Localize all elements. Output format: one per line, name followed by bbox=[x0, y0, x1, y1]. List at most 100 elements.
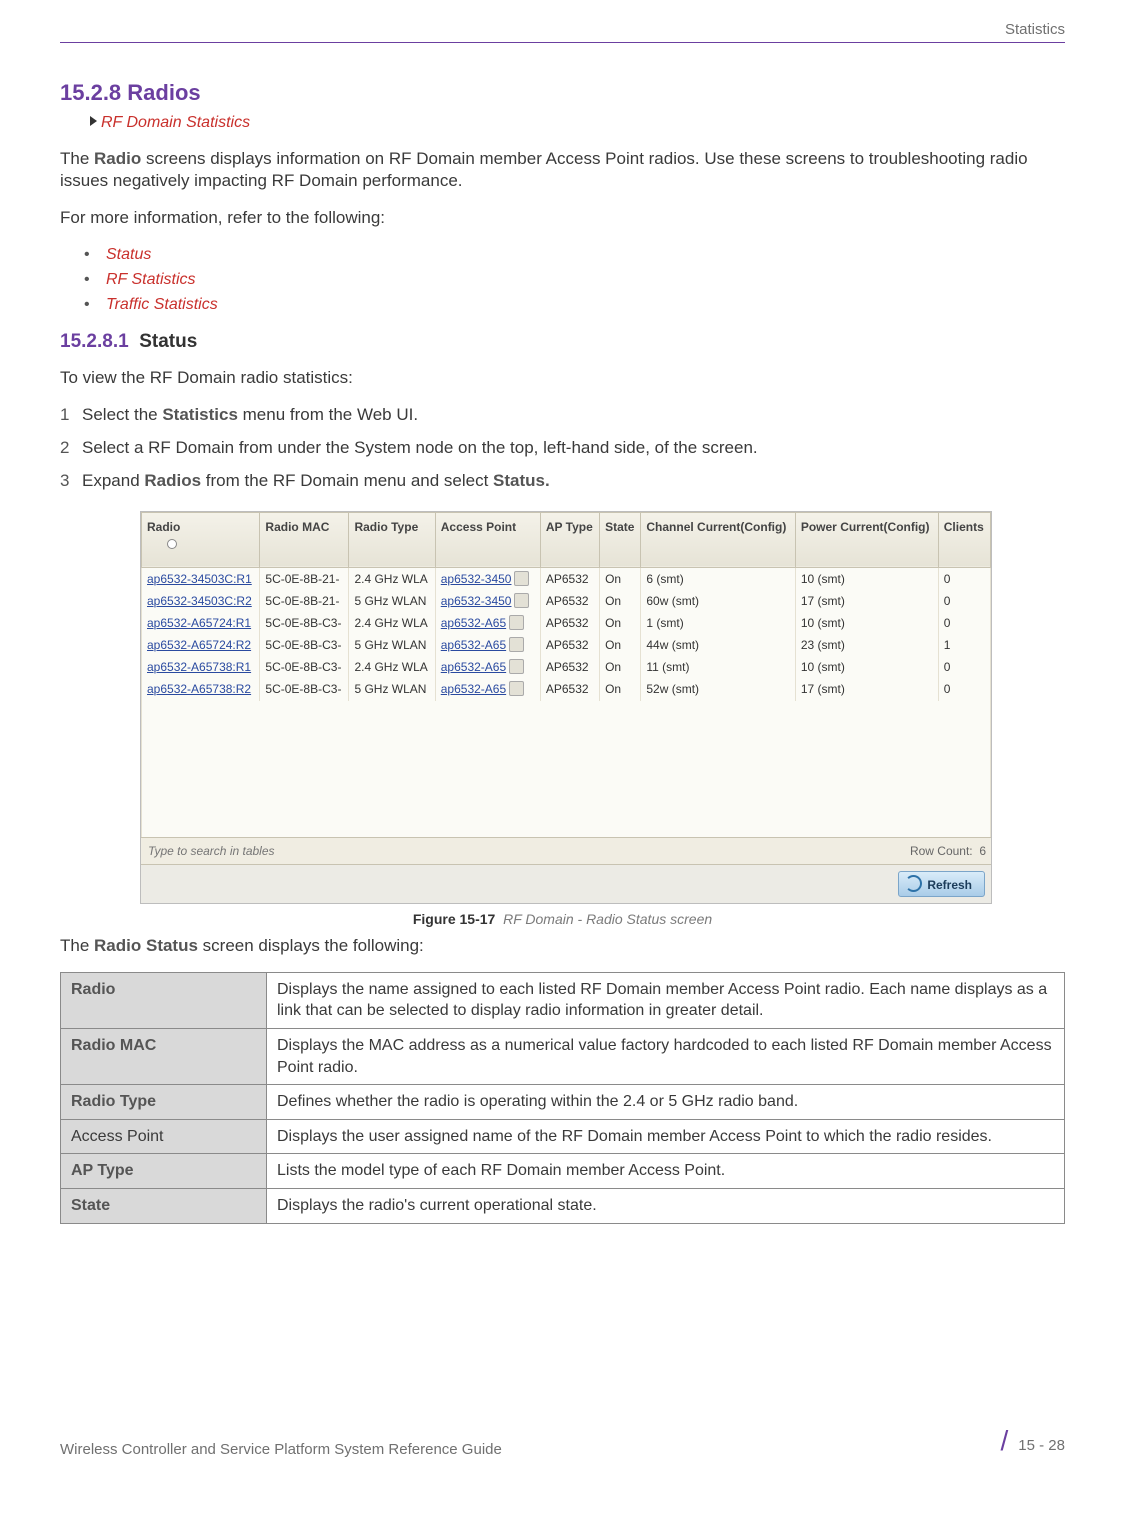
text-bold: Status. bbox=[493, 471, 550, 490]
cell-clients: 1 bbox=[938, 634, 990, 656]
cell-clients: 0 bbox=[938, 678, 990, 700]
intro-paragraph: The Radio screens displays information o… bbox=[60, 148, 1065, 194]
cell-ap: ap6532-A65 bbox=[435, 612, 540, 634]
col-power[interactable]: Power Current(Config) bbox=[795, 512, 938, 567]
col-state[interactable]: State bbox=[600, 512, 641, 567]
radio-link[interactable]: ap6532-A65724:R1 bbox=[142, 612, 260, 634]
link-traffic-statistics[interactable]: Traffic Statistics bbox=[84, 294, 1065, 316]
ap-link[interactable]: ap6532-A65 bbox=[441, 616, 506, 630]
radio-link[interactable]: ap6532-34503C:R1 bbox=[142, 567, 260, 590]
refresh-button[interactable]: Refresh bbox=[898, 871, 985, 897]
radio-link[interactable]: ap6532-34503C:R2 bbox=[142, 590, 260, 612]
text-bold: Radio Status bbox=[94, 936, 198, 955]
desc-value: Displays the user assigned name of the R… bbox=[267, 1119, 1065, 1154]
cell-state: On bbox=[600, 590, 641, 612]
text: screens displays information on RF Domai… bbox=[60, 149, 1028, 191]
desc-key: Access Point bbox=[61, 1119, 267, 1154]
cell-clients: 0 bbox=[938, 567, 990, 590]
radio-link[interactable]: ap6532-A65724:R2 bbox=[142, 634, 260, 656]
step-list: 1Select the Statistics menu from the Web… bbox=[60, 404, 1065, 493]
cell-power: 17 (smt) bbox=[795, 590, 938, 612]
desc-value: Displays the radio's current operational… bbox=[267, 1189, 1065, 1224]
cell-aptype: AP6532 bbox=[540, 567, 599, 590]
col-radio-mac[interactable]: Radio MAC bbox=[260, 512, 349, 567]
text: screen displays the following: bbox=[198, 936, 424, 955]
radio-link[interactable]: ap6532-A65738:R1 bbox=[142, 656, 260, 678]
cell-clients: 0 bbox=[938, 612, 990, 634]
breadcrumb-text: RF Domain Statistics bbox=[101, 114, 250, 131]
cell-ap: ap6532-A65 bbox=[435, 678, 540, 700]
description-table: RadioDisplays the name assigned to each … bbox=[60, 972, 1065, 1224]
page-footer: Wireless Controller and Service Platform… bbox=[60, 1422, 1065, 1460]
cell-mac: 5C-0E-8B-21- bbox=[260, 567, 349, 590]
radio-link[interactable]: ap6532-A65738:R2 bbox=[142, 678, 260, 700]
step-2: 2Select a RF Domain from under the Syste… bbox=[60, 437, 1065, 460]
desc-value: Defines whether the radio is operating w… bbox=[267, 1085, 1065, 1120]
table-body: ap6532-34503C:R15C-0E-8B-21-2.4 GHz WLAa… bbox=[142, 567, 991, 701]
refresh-icon bbox=[905, 875, 922, 892]
ap-link[interactable]: ap6532-A65 bbox=[441, 638, 506, 652]
figure-caption-text: RF Domain - Radio Status screen bbox=[503, 911, 712, 927]
section-title: Radios bbox=[127, 80, 200, 105]
ap-icon bbox=[509, 637, 524, 652]
table-row: ap6532-A65738:R25C-0E-8B-C3-5 GHz WLANap… bbox=[142, 678, 991, 700]
sort-indicator-icon[interactable] bbox=[167, 539, 177, 549]
desc-value: Displays the name assigned to each liste… bbox=[267, 972, 1065, 1028]
desc-key: Radio bbox=[61, 972, 267, 1028]
link-status[interactable]: Status bbox=[84, 244, 1065, 266]
step-number: 2 bbox=[60, 437, 82, 460]
ap-link[interactable]: ap6532-3450 bbox=[441, 572, 512, 586]
moreinfo-lead: For more information, refer to the follo… bbox=[60, 207, 1065, 230]
figure-screenshot: Radio Radio MAC Radio Type Access Point … bbox=[140, 511, 1065, 905]
col-radio-type[interactable]: Radio Type bbox=[349, 512, 435, 567]
radio-status-table: Radio Radio MAC Radio Type Access Point … bbox=[141, 512, 991, 837]
cell-power: 10 (smt) bbox=[795, 612, 938, 634]
col-channel[interactable]: Channel Current(Config) bbox=[641, 512, 795, 567]
cell-mac: 5C-0E-8B-C3- bbox=[260, 678, 349, 700]
radio-status-table-panel: Radio Radio MAC Radio Type Access Point … bbox=[140, 511, 992, 905]
desc-row: Access PointDisplays the user assigned n… bbox=[61, 1119, 1065, 1154]
text-bold: Radio bbox=[94, 149, 141, 168]
table-row: ap6532-A65724:R15C-0E-8B-C3-2.4 GHz WLAa… bbox=[142, 612, 991, 634]
cell-channel: 6 (smt) bbox=[641, 567, 795, 590]
link-list: Status RF Statistics Traffic Statistics bbox=[84, 244, 1065, 315]
desc-row: RadioDisplays the name assigned to each … bbox=[61, 972, 1065, 1028]
desc-key: AP Type bbox=[61, 1154, 267, 1189]
desc-key: Radio Type bbox=[61, 1085, 267, 1120]
desc-row: StateDisplays the radio's current operat… bbox=[61, 1189, 1065, 1224]
col-ap-type[interactable]: AP Type bbox=[540, 512, 599, 567]
desc-value: Lists the model type of each RF Domain m… bbox=[267, 1154, 1065, 1189]
figure-caption: Figure 15-17 RF Domain - Radio Status sc… bbox=[60, 910, 1065, 929]
text: Select a RF Domain from under the System… bbox=[82, 438, 758, 457]
cell-aptype: AP6532 bbox=[540, 678, 599, 700]
ap-link[interactable]: ap6532-A65 bbox=[441, 682, 506, 696]
cell-mac: 5C-0E-8B-C3- bbox=[260, 656, 349, 678]
row-count: Row Count: 6 bbox=[910, 843, 986, 859]
col-clients[interactable]: Clients bbox=[938, 512, 990, 567]
col-radio[interactable]: Radio bbox=[142, 512, 260, 567]
cell-ap: ap6532-3450 bbox=[435, 567, 540, 590]
cell-state: On bbox=[600, 678, 641, 700]
table-row: ap6532-A65738:R15C-0E-8B-C3-2.4 GHz WLA a… bbox=[142, 656, 991, 678]
cell-channel: 11 (smt) bbox=[641, 656, 795, 678]
desc-key: Radio MAC bbox=[61, 1029, 267, 1085]
ap-icon bbox=[509, 659, 524, 674]
text: Expand bbox=[82, 471, 144, 490]
cell-channel: 44w (smt) bbox=[641, 634, 795, 656]
col-access-point[interactable]: Access Point bbox=[435, 512, 540, 567]
ap-link[interactable]: ap6532-A65 bbox=[441, 660, 506, 674]
cell-type: 2.4 GHz WLA bbox=[349, 656, 435, 678]
cell-type: 5 GHz WLAN bbox=[349, 634, 435, 656]
step-1: 1Select the Statistics menu from the Web… bbox=[60, 404, 1065, 427]
cell-aptype: AP6532 bbox=[540, 634, 599, 656]
breadcrumb[interactable]: RF Domain Statistics bbox=[90, 112, 1065, 134]
table-row: ap6532-34503C:R15C-0E-8B-21-2.4 GHz WLAa… bbox=[142, 567, 991, 590]
search-input[interactable] bbox=[146, 843, 370, 859]
ap-link[interactable]: ap6532-3450 bbox=[441, 594, 512, 608]
link-rf-statistics[interactable]: RF Statistics bbox=[84, 269, 1065, 291]
after-figure-text: The Radio Status screen displays the fol… bbox=[60, 935, 1065, 958]
slash-icon: / bbox=[1001, 1425, 1009, 1456]
ap-icon bbox=[509, 681, 524, 696]
cell-aptype: AP6532 bbox=[540, 590, 599, 612]
cell-mac: 5C-0E-8B-21- bbox=[260, 590, 349, 612]
